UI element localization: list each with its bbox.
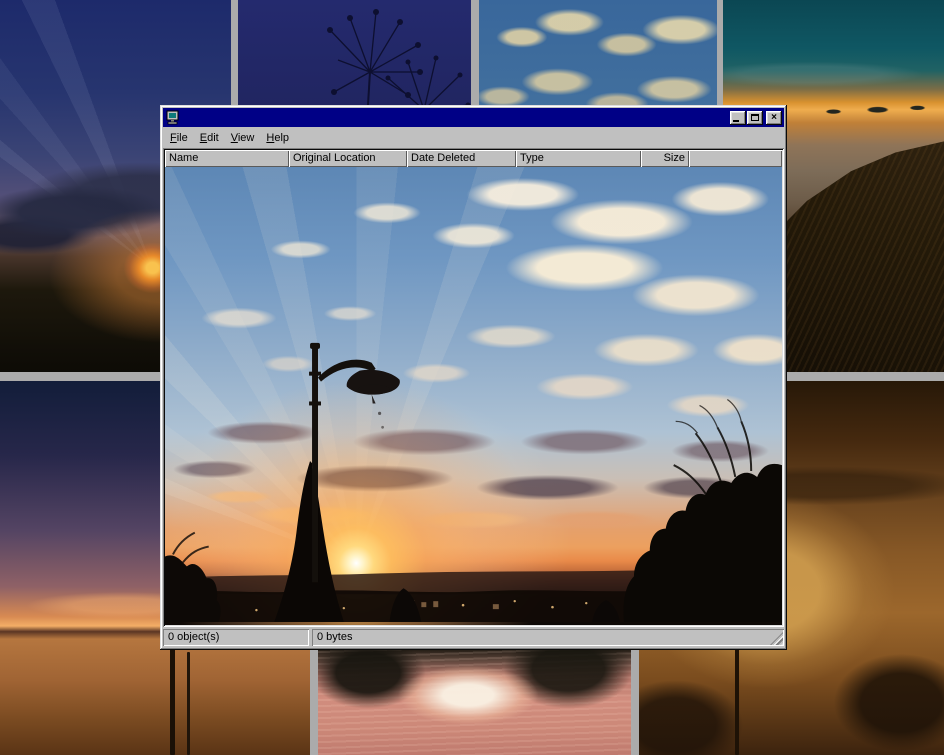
maximize-icon [751, 114, 759, 121]
computer-icon [165, 110, 181, 125]
minimize-icon [733, 120, 739, 122]
window-controls: × [729, 111, 782, 125]
column-header-original-location[interactable]: Original Location [289, 150, 407, 167]
close-button[interactable]: × [766, 111, 782, 125]
menu-bar: File Edit View Help [163, 127, 784, 148]
column-header-size[interactable]: Size [641, 150, 689, 167]
minimize-button[interactable] [730, 111, 746, 125]
water-pole-silhouette [187, 652, 190, 755]
title-bar[interactable]: × [163, 108, 784, 127]
folder-background-photo [165, 167, 782, 625]
menu-view[interactable]: View [225, 130, 261, 146]
lamp-pole-silhouette [735, 649, 739, 755]
column-header-blank[interactable] [689, 150, 782, 167]
silhouette-overlay [165, 167, 782, 622]
file-list-view: Name Original Location Date Deleted Type… [163, 148, 784, 627]
status-bar: 0 object(s) 0 bytes [163, 629, 784, 646]
close-icon: × [771, 113, 777, 123]
recycle-bin-window: × File Edit View Help Name Original Loca… [160, 105, 787, 650]
water-pole-silhouette [170, 649, 175, 755]
column-header-row: Name Original Location Date Deleted Type… [165, 150, 782, 167]
menu-file[interactable]: File [164, 130, 194, 146]
menu-edit[interactable]: Edit [194, 130, 225, 146]
status-size: 0 bytes [312, 629, 784, 646]
column-header-name[interactable]: Name [165, 150, 289, 167]
column-header-date-deleted[interactable]: Date Deleted [407, 150, 516, 167]
screen: × File Edit View Help Name Original Loca… [0, 0, 944, 755]
menu-help[interactable]: Help [260, 130, 295, 146]
status-object-count: 0 object(s) [163, 629, 309, 646]
column-header-type[interactable]: Type [516, 150, 641, 167]
maximize-button[interactable] [747, 111, 763, 125]
